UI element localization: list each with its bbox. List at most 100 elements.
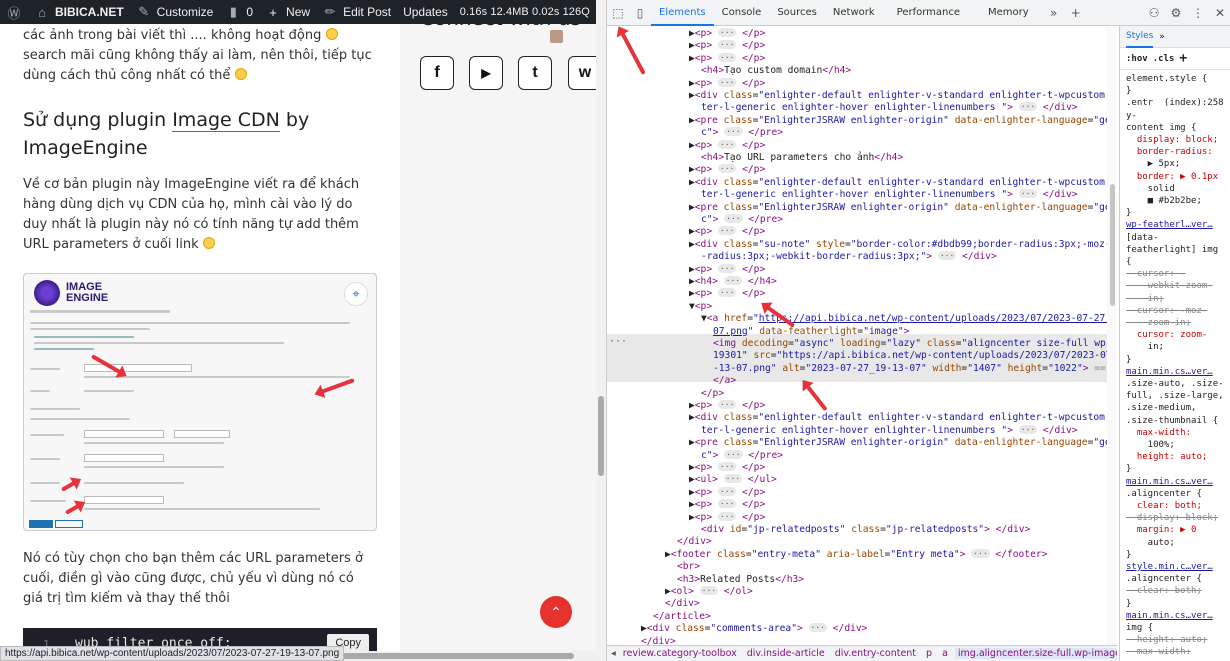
crumb-left-arrow-icon[interactable]: ◂ (611, 648, 616, 659)
breadcrumb-item[interactable]: div.entry-content (832, 648, 919, 659)
dom-node-row[interactable]: ▶<div class="enlighter-default enlighter… (607, 412, 1117, 424)
dom-node-row[interactable]: <h4>Tạo URL parameters cho ảnh</h4> (607, 152, 1117, 164)
dom-node-row[interactable]: ▶<p> ··· </p> (607, 164, 1117, 176)
query-monitor-stats[interactable]: 0.16s 12.4MB 0.02s 126Q (454, 0, 596, 24)
dom-node-row[interactable]: ▶<p> ··· </p> (607, 52, 1117, 65)
dom-node-row[interactable]: ▶<p> ··· </p> (607, 499, 1117, 511)
scan-lens-icon[interactable]: ⌖ (344, 282, 368, 306)
cls-toggle[interactable]: .cls (1153, 54, 1175, 64)
site-name-button[interactable]: ⌂ BIBICA.NET (28, 0, 130, 24)
new-rule-plus-icon[interactable]: + (1179, 51, 1187, 66)
dom-node-row[interactable]: ▶<pre class="EnlighterJSRAW enlighter-or… (607, 115, 1117, 127)
dom-node-row[interactable]: -radius:3px;-webkit-border-radius:3px;">… (607, 251, 1117, 263)
customize-button[interactable]: ✎ Customize (130, 0, 220, 24)
tab-performance[interactable]: Performance (883, 0, 974, 26)
dom-node-row[interactable]: ▶<footer class="entry-meta" aria-label="… (607, 548, 1117, 561)
comments-button[interactable]: ▮ 0 (219, 0, 259, 24)
scrollbar-thumb[interactable] (598, 396, 604, 476)
tab-styles[interactable]: Styles (1126, 26, 1154, 48)
more-tabs-icon[interactable]: » (1043, 2, 1065, 24)
breadcrumb-item[interactable]: a (939, 648, 951, 659)
breadcrumb-item-current[interactable]: img.aligncenter.size-full.wp-image-19301 (954, 648, 1117, 659)
tab-network[interactable]: Network (825, 0, 883, 26)
dom-node-row[interactable]: ter-l-generic enlighter-hover enlighter-… (607, 424, 1117, 437)
dom-node-row[interactable]: </a> (607, 375, 1117, 387)
dom-node-row[interactable]: <h4>Tạo custom domain</h4> (607, 65, 1117, 77)
dom-node-row[interactable]: ter-l-generic enlighter-hover enlighter-… (607, 189, 1117, 201)
style-source-link[interactable]: main.min.cs…ver… (1126, 477, 1213, 488)
horizontal-scrollbar[interactable] (330, 651, 596, 661)
tab-console[interactable]: Console (714, 0, 770, 26)
dom-node-row[interactable]: ▼<a href="https://api.bibica.net/wp-cont… (607, 313, 1117, 325)
breadcrumb-item[interactable]: div.inside-article (744, 648, 828, 659)
dom-tree-scrollbar[interactable] (1107, 26, 1117, 646)
add-tab-icon[interactable]: + (1065, 2, 1087, 24)
twitter-icon[interactable]: t (518, 56, 552, 90)
dom-tree[interactable]: ▶<p> ··· </p> ▶<p> ··· </p> ▶<p> ··· </p> <… (607, 26, 1117, 646)
style-source-link[interactable]: style.min.c…ver… (1126, 562, 1213, 573)
new-button[interactable]: + New (259, 0, 316, 24)
dom-node-row[interactable]: 07.png" data-featherlight="image"> (607, 326, 1117, 338)
dom-node-row[interactable]: ▶<p> ··· </p> (607, 139, 1117, 152)
dom-node-row[interactable]: ▶<div class="enlighter-default enlighter… (607, 90, 1117, 102)
heading-link[interactable]: Image CDN (172, 109, 280, 132)
breadcrumb-item[interactable]: review.category-toolbox (620, 648, 740, 659)
style-source-link[interactable]: main.min.cs…ver… (1126, 611, 1213, 622)
dom-node-row[interactable]: ▶<p> ··· </p> (607, 226, 1117, 238)
wordpress-logo-button[interactable]: Ⓦ (0, 0, 28, 24)
style-source-link[interactable]: wp-featherl…ver… (1126, 220, 1213, 231)
dom-node-row[interactable]: ▶<p> ··· </p> (607, 263, 1117, 276)
scroll-to-top-button[interactable]: ⌃ (540, 596, 572, 628)
dom-node-row[interactable]: <br> (607, 561, 1117, 573)
scrollbar-thumb[interactable] (1110, 184, 1115, 306)
dom-node-row[interactable]: ▶<div class="enlighter-default enlighter… (607, 177, 1117, 189)
updates-button[interactable]: Updates (397, 0, 454, 24)
close-icon[interactable]: ✕ (1209, 2, 1230, 24)
dom-node-row[interactable]: ▶<pre class="EnlighterJSRAW enlighter-or… (607, 202, 1117, 214)
breadcrumb-item[interactable]: p (923, 648, 935, 659)
facebook-icon[interactable]: f (420, 56, 454, 90)
dom-node-row[interactable]: ▶<h4> ··· </h4> (607, 276, 1117, 288)
dom-node-row[interactable]: <h3>Related Posts</h3> (607, 574, 1117, 586)
dom-node-row[interactable]: c"> ··· </pre> (607, 127, 1117, 139)
dom-node-row[interactable]: ▶<div class="su-note" style="border-colo… (607, 239, 1117, 251)
dom-node-row[interactable]: -13-07.png" alt="2023-07-27_19-13-07" wi… (607, 363, 1117, 375)
dom-node-row[interactable]: c"> ··· </pre> (607, 214, 1117, 226)
dom-node-row[interactable]: ter-l-generic enlighter-hover enlighter-… (607, 102, 1117, 114)
dom-node-row[interactable]: ▶<p> ··· </p> (607, 288, 1117, 300)
dom-node-row[interactable]: ▶<ol> ··· </ol> (607, 586, 1117, 598)
hov-toggle[interactable]: :hov (1126, 54, 1148, 64)
whatsapp-icon[interactable]: w (568, 56, 596, 90)
dom-node-row[interactable]: ▼<p> (607, 301, 1117, 313)
device-toolbar-icon[interactable]: ▯ (629, 2, 651, 24)
dom-node-row[interactable]: 19301" src="https://api.bibica.net/wp-co… (607, 350, 1117, 362)
style-source-link[interactable]: main.min.cs…ver… (1126, 367, 1213, 378)
dom-node-row[interactable]: ▶<div class="comments-area"> ··· </div> (607, 623, 1117, 635)
plugin-settings-screenshot[interactable]: IMAGE ENGINE ⌖ (23, 273, 377, 531)
kebab-menu-icon[interactable]: ⋮ (1187, 2, 1209, 24)
extensions-icon[interactable]: ⚇ (1143, 2, 1165, 24)
dom-node-row[interactable]: ▶<p> ··· </p> (607, 511, 1117, 524)
dom-node-row[interactable]: ▶<p> ··· </p> (607, 77, 1117, 90)
dom-node-row[interactable]: <img decoding="async" loading="lazy" cla… (607, 338, 1117, 350)
youtube-icon[interactable]: ▶ (469, 56, 503, 90)
edit-post-button[interactable]: ✏ Edit Post (316, 0, 397, 24)
dom-node-row[interactable]: </article> (607, 611, 1117, 623)
tab-elements[interactable]: Elements (651, 0, 714, 26)
dom-node-row[interactable]: </p> (607, 388, 1117, 400)
scrollbar-thumb[interactable] (336, 653, 574, 659)
dom-node-row[interactable]: c"> ··· </pre> (607, 449, 1117, 462)
dom-node-row[interactable]: ▶<p> ··· </p> (607, 40, 1117, 52)
tab-memory[interactable]: Memory (974, 0, 1043, 26)
page-vertical-scrollbar[interactable] (596, 0, 606, 661)
tab-sources[interactable]: Sources (769, 0, 825, 26)
more-panes-icon[interactable]: » (1159, 32, 1165, 42)
gear-icon[interactable]: ⚙ (1165, 2, 1187, 24)
dom-node-row[interactable]: ▶<p> ··· </p> (607, 486, 1117, 499)
dom-node-row[interactable]: ▶<ul> ··· </ul> (607, 474, 1117, 486)
inspect-element-icon[interactable]: ⬚ (607, 2, 629, 24)
dom-node-row[interactable]: ▶<p> ··· </p> (607, 400, 1117, 412)
dom-node-row[interactable]: </div> (607, 598, 1117, 610)
dom-node-row[interactable]: <div id="jp-relatedposts" class="jp-rela… (607, 524, 1117, 536)
dom-node-row[interactable]: ▶<p> ··· </p> (607, 462, 1117, 474)
